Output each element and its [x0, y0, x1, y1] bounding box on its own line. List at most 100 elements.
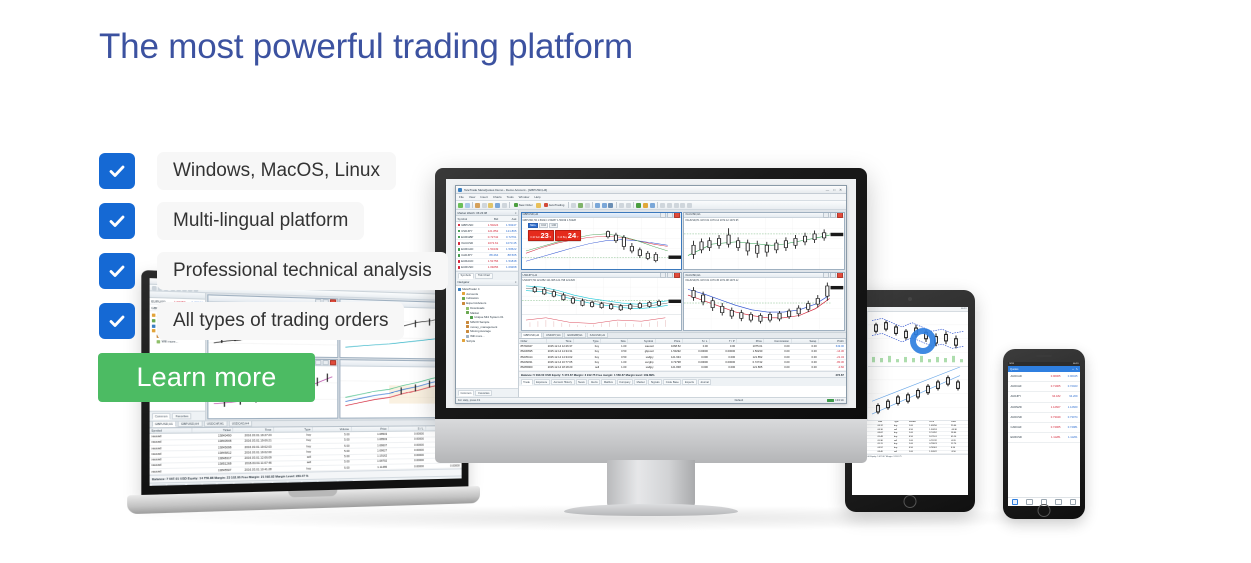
- zoom-out-icon[interactable]: [602, 203, 607, 208]
- text-label-icon[interactable]: [674, 203, 679, 208]
- terminal-tab[interactable]: Company: [254, 482, 272, 486]
- close-icon[interactable]: [674, 272, 680, 277]
- menu-insert[interactable]: Insert: [480, 195, 488, 199]
- learn-more-button[interactable]: Learn more: [98, 353, 315, 402]
- profiles-icon[interactable]: [465, 203, 470, 208]
- terminal-tab[interactable]: Alerts: [288, 481, 301, 486]
- chart-window-usdjpy[interactable]: USDJPY,H4 USDJPY,H4 121.852 121.905 121.…: [521, 272, 682, 331]
- panel-close-icon[interactable]: ×: [515, 280, 517, 284]
- chart-window-xauusd-1[interactable]: XAUUSD,H1 XAUUSD,H1 1072.61 1073.14 1072…: [683, 212, 844, 271]
- zoom-in-icon[interactable]: [595, 203, 600, 208]
- list-item[interactable]: AUDCAD 0.96005 0.96045: [1008, 372, 1080, 382]
- menu-file[interactable]: File: [459, 195, 464, 199]
- strategy-tester-icon[interactable]: [488, 203, 493, 208]
- trendline-icon[interactable]: [660, 203, 665, 208]
- shapes-icon[interactable]: [687, 203, 692, 208]
- terminal-tab[interactable]: Experts: [338, 480, 353, 486]
- news-icon[interactable]: [1070, 499, 1077, 506]
- autotrading-button[interactable]: AutoTrading: [542, 203, 565, 207]
- quotes-icon[interactable]: [1012, 499, 1019, 506]
- terminal-tab[interactable]: Code Base: [318, 480, 337, 486]
- timeframe-h1-icon[interactable]: [585, 203, 590, 208]
- list-item[interactable]: AUDJPY 94.182 94.209: [1008, 392, 1080, 402]
- bar-chart-icon[interactable]: [608, 203, 613, 208]
- candles-icon[interactable]: [619, 203, 624, 208]
- list-item[interactable]: AUDCHF 0.71905 0.72023: [1008, 382, 1080, 392]
- maximize-icon[interactable]: [323, 360, 329, 366]
- crosshair-icon[interactable]: [636, 203, 641, 208]
- pencil-icon[interactable]: ✎: [1076, 368, 1078, 371]
- chart-window-gbpusd[interactable]: GBPUSD,H4 GBPUSD,H4 1.50224 1.50287 1.50…: [521, 212, 682, 271]
- terminal-tab[interactable]: Market: [273, 481, 287, 486]
- timeframe-m1-icon[interactable]: [571, 203, 576, 208]
- close-icon[interactable]: [330, 360, 336, 366]
- terminal-tab[interactable]: History: [187, 483, 202, 486]
- sell-price-box[interactable]: 0.10 Sell 23 5: [528, 230, 554, 241]
- navigator-icon[interactable]: [502, 203, 507, 208]
- spread-field[interactable]: 1.00: [549, 223, 558, 229]
- expert-advisors-icon[interactable]: [475, 203, 480, 208]
- timeframe-m5-icon[interactable]: [578, 203, 583, 208]
- terminal-tab-code-base[interactable]: Code Base: [663, 379, 681, 385]
- minimize-icon[interactable]: [315, 359, 321, 365]
- minimize-icon[interactable]: [660, 272, 666, 277]
- list-item[interactable]: CADCHF 0.74965 0.74981: [1008, 423, 1080, 433]
- terminal-tab[interactable]: News: [203, 483, 216, 486]
- terminal-tab[interactable]: Signals: [302, 481, 317, 486]
- table-row[interactable]: 86265900 2015.12.14 18:18:20 sell 1.00 u…: [519, 365, 846, 370]
- close-icon[interactable]: [837, 212, 843, 217]
- maximize-button[interactable]: □: [833, 188, 835, 192]
- minimize-icon[interactable]: [823, 212, 829, 217]
- terminal-tab-market[interactable]: Market: [634, 379, 647, 385]
- autoscroll-icon[interactable]: [650, 203, 655, 208]
- home-button[interactable]: [904, 495, 917, 508]
- menu-help[interactable]: Help: [534, 195, 540, 199]
- new-order-button[interactable]: New Order: [512, 203, 534, 207]
- terminal-tab-signals[interactable]: Signals: [648, 379, 662, 385]
- list-item[interactable]: EURUSD 1.11281 1.11261: [1008, 433, 1080, 443]
- data-window-icon[interactable]: [495, 203, 500, 208]
- arrow-icon[interactable]: [680, 203, 685, 208]
- tab-symbols[interactable]: Symbols: [458, 273, 474, 279]
- home-button[interactable]: [1038, 504, 1051, 517]
- terminal-tab[interactable]: Mailbox: [218, 483, 234, 486]
- terminal-tab[interactable]: Calendar: [235, 482, 253, 486]
- close-icon[interactable]: [837, 272, 843, 277]
- tablet-chart-bottom[interactable]: [868, 367, 968, 422]
- chart-window-xauusd-2[interactable]: XAUUSD,H1 XAUUSD,H1 1072.61 1073.45 1071…: [683, 272, 844, 331]
- sell-button[interactable]: SELL: [528, 223, 538, 229]
- terminal-tab-company[interactable]: Company: [617, 379, 634, 385]
- minimize-icon[interactable]: [660, 212, 666, 217]
- minimize-icon[interactable]: [823, 272, 829, 277]
- minimize-button[interactable]: —: [826, 188, 829, 192]
- close-icon[interactable]: [674, 212, 680, 217]
- plus-icon[interactable]: +: [1072, 368, 1074, 371]
- maximize-icon[interactable]: [667, 212, 673, 217]
- terminal-tab-journal[interactable]: Journal: [698, 379, 712, 385]
- tab-common[interactable]: Common: [458, 390, 475, 396]
- close-button[interactable]: ✕: [839, 188, 842, 192]
- line-chart-icon[interactable]: [626, 203, 631, 208]
- menu-window[interactable]: Window: [519, 195, 530, 199]
- terminal-tab[interactable]: Exposure: [167, 484, 186, 486]
- terminal-tab-exposure[interactable]: Exposure: [534, 379, 550, 385]
- indicators-icon[interactable]: [482, 203, 487, 208]
- volume-field[interactable]: 0.10: [539, 223, 548, 229]
- menu-tools[interactable]: Tools: [507, 195, 514, 199]
- terminal-tab-news[interactable]: News: [576, 379, 588, 385]
- tab-common[interactable]: Common: [151, 413, 171, 419]
- menu-charts[interactable]: Charts: [493, 195, 502, 199]
- table-row[interactable]: EURCAD04:40sell1.001.50522-3.50: [852, 450, 968, 454]
- terminal-tab-trade[interactable]: Trade: [521, 379, 533, 385]
- buy-price-box[interactable]: 0.10 Buy 24 7: [555, 230, 581, 241]
- list-item[interactable]: AUDNZD 1.12607 1.12660: [1008, 403, 1080, 413]
- maximize-icon[interactable]: [830, 212, 836, 217]
- alerts-icon[interactable]: [536, 203, 541, 208]
- maximize-icon[interactable]: [667, 272, 673, 277]
- terminal-tab-account-history[interactable]: Account History: [551, 379, 575, 385]
- tab-favorites[interactable]: Favorites: [172, 413, 192, 419]
- maximize-icon[interactable]: [830, 272, 836, 277]
- cursor-icon[interactable]: [643, 203, 648, 208]
- menu-view[interactable]: View: [469, 195, 475, 199]
- list-item[interactable]: AUDUSD 0.73049 0.73074: [1008, 413, 1080, 423]
